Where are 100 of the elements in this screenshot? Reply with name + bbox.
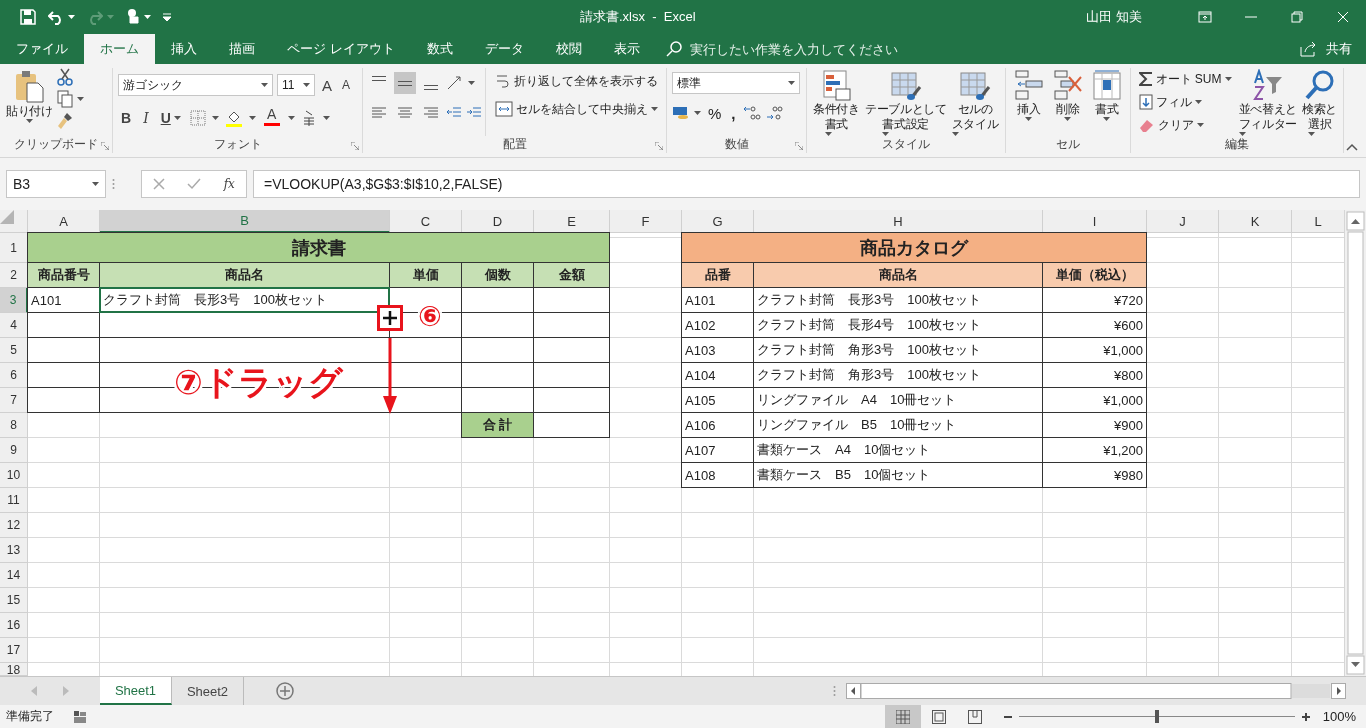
row-header[interactable]: 4 bbox=[0, 313, 28, 338]
name-box[interactable]: B3 bbox=[6, 170, 106, 198]
zoom-in-icon[interactable] bbox=[1300, 711, 1311, 722]
row-header[interactable]: 14 bbox=[0, 563, 28, 588]
row-header[interactable]: 16 bbox=[0, 613, 28, 638]
row-header[interactable]: 3 bbox=[0, 288, 28, 313]
user-name[interactable]: 山田 知美 bbox=[1086, 8, 1142, 26]
vertical-scrollbar[interactable] bbox=[1345, 210, 1366, 676]
text-orientation-icon[interactable] bbox=[446, 75, 464, 91]
fill-color-icon[interactable] bbox=[224, 109, 243, 127]
row-header[interactable]: 6 bbox=[0, 363, 28, 388]
format-painter-icon[interactable] bbox=[56, 112, 73, 130]
decrease-decimal-icon[interactable] bbox=[764, 105, 783, 121]
row-header[interactable]: 2 bbox=[0, 263, 28, 288]
ribbon-tab[interactable]: 校閲 bbox=[539, 34, 598, 64]
copy-icon[interactable] bbox=[56, 90, 73, 108]
grow-font-button[interactable]: A bbox=[319, 74, 335, 96]
dialog-launcher-icon[interactable] bbox=[655, 142, 663, 150]
normal-view-button[interactable] bbox=[884, 705, 921, 728]
italic-button[interactable]: I bbox=[140, 107, 152, 129]
horizontal-scrollbar[interactable] bbox=[846, 683, 1346, 699]
column-header[interactable]: B bbox=[100, 210, 390, 233]
underline-button[interactable]: U bbox=[157, 107, 184, 129]
row-header[interactable]: 13 bbox=[0, 538, 28, 563]
row-header[interactable]: 17 bbox=[0, 638, 28, 663]
share-button[interactable]: 共有 bbox=[1300, 34, 1352, 64]
column-header[interactable]: K bbox=[1219, 210, 1292, 233]
ribbon-tab[interactable]: データ bbox=[468, 34, 540, 64]
row-header[interactable]: 11 bbox=[0, 488, 28, 513]
column-header[interactable]: C bbox=[390, 210, 462, 233]
row-header[interactable]: 18 bbox=[0, 663, 28, 676]
currency-icon[interactable] bbox=[672, 105, 690, 121]
row-header[interactable]: 15 bbox=[0, 588, 28, 613]
ribbon-display-icon[interactable] bbox=[1198, 11, 1212, 23]
ribbon-tab[interactable]: ファイル bbox=[0, 34, 84, 64]
ribbon-tab[interactable]: 数式 bbox=[410, 34, 469, 64]
dialog-launcher-icon[interactable] bbox=[101, 142, 109, 150]
sheet-tab[interactable]: Sheet1 bbox=[100, 677, 172, 705]
increase-decimal-icon[interactable] bbox=[742, 105, 761, 121]
sort-filter-button[interactable]: 並べ替えと フィルター bbox=[1237, 68, 1299, 136]
cancel-icon[interactable] bbox=[153, 178, 166, 190]
font-family-select[interactable]: 游ゴシック bbox=[118, 74, 273, 96]
row-header[interactable]: 7 bbox=[0, 388, 28, 413]
save-icon[interactable] bbox=[20, 9, 36, 25]
font-size-select[interactable]: 11 bbox=[277, 74, 315, 96]
row-header[interactable]: 5 bbox=[0, 338, 28, 363]
check-icon[interactable] bbox=[187, 178, 202, 190]
add-sheet-icon[interactable] bbox=[276, 682, 294, 700]
column-header[interactable]: G bbox=[682, 210, 754, 233]
style-button[interactable]: 条件付き 書式 bbox=[812, 68, 861, 136]
autosum-button[interactable]: オート SUM bbox=[1135, 68, 1235, 90]
formula-field[interactable]: =VLOOKUP(A3,$G$3:$I$10,2,FALSE) bbox=[253, 170, 1360, 198]
clear-button[interactable]: クリア bbox=[1135, 114, 1235, 136]
row-header[interactable]: 9 bbox=[0, 438, 28, 463]
shrink-font-button[interactable]: A bbox=[339, 74, 354, 96]
ribbon-tab[interactable]: 挿入 bbox=[155, 34, 213, 64]
customize-toolbar-icon[interactable] bbox=[163, 13, 171, 21]
row-header[interactable]: 12 bbox=[0, 513, 28, 538]
column-header[interactable]: F bbox=[610, 210, 682, 233]
cell-button[interactable]: 挿入 bbox=[1012, 68, 1045, 136]
zoom-slider-thumb[interactable] bbox=[1154, 710, 1159, 723]
undo-icon[interactable] bbox=[48, 9, 64, 25]
font-color-button[interactable]: A bbox=[261, 106, 282, 130]
style-button[interactable]: セルの スタイル bbox=[950, 68, 1000, 136]
tell-me-field[interactable]: 実行したい作業を入力してください bbox=[687, 40, 992, 58]
merge-center-button[interactable]: セルを結合して中央揃え bbox=[492, 98, 661, 120]
ribbon-tab[interactable]: 描画 bbox=[213, 34, 271, 64]
comma-button[interactable]: , bbox=[728, 102, 739, 124]
restore-icon[interactable] bbox=[1291, 11, 1303, 23]
vertical-align-button[interactable] bbox=[394, 72, 416, 94]
column-header[interactable]: L bbox=[1292, 210, 1344, 233]
collapse-ribbon-icon[interactable] bbox=[1346, 143, 1358, 151]
row-header[interactable]: 8 bbox=[0, 413, 28, 438]
column-header[interactable]: H bbox=[754, 210, 1043, 233]
ribbon-tab[interactable]: 表示 bbox=[597, 34, 656, 64]
close-icon[interactable] bbox=[1337, 11, 1349, 23]
style-button[interactable]: テーブルとして 書式設定 bbox=[863, 68, 948, 136]
fill-button[interactable]: フィル bbox=[1135, 91, 1235, 113]
row-header[interactable]: 1 bbox=[0, 233, 28, 263]
column-header[interactable]: A bbox=[28, 210, 100, 233]
row-header[interactable]: 10 bbox=[0, 463, 28, 488]
column-header[interactable]: E bbox=[534, 210, 610, 233]
column-header[interactable]: D bbox=[462, 210, 534, 233]
wrap-text-button[interactable]: 折り返して全体を表示する bbox=[492, 70, 661, 92]
find-select-button[interactable]: 検索と 選択 bbox=[1301, 68, 1339, 136]
insert-function-button[interactable]: fx bbox=[223, 177, 235, 191]
zoom-level[interactable]: 100% bbox=[1322, 709, 1356, 724]
paste-button[interactable]: 貼り付け bbox=[5, 68, 54, 136]
ribbon-tab[interactable]: ホーム bbox=[84, 34, 155, 64]
scissors-icon[interactable] bbox=[56, 68, 73, 86]
number-format-select[interactable]: 標準 bbox=[672, 72, 800, 94]
cell-button[interactable]: 削除 bbox=[1051, 68, 1084, 136]
ribbon-tab[interactable]: ページ レイアウト bbox=[271, 34, 411, 64]
cell-button[interactable]: 書式 bbox=[1090, 68, 1123, 136]
macro-record-icon[interactable] bbox=[74, 710, 86, 723]
column-header[interactable]: I bbox=[1043, 210, 1147, 233]
percent-button[interactable]: % bbox=[705, 102, 725, 124]
bold-button[interactable]: B bbox=[118, 107, 135, 129]
column-header[interactable]: J bbox=[1147, 210, 1219, 233]
dialog-launcher-icon[interactable] bbox=[795, 142, 803, 150]
